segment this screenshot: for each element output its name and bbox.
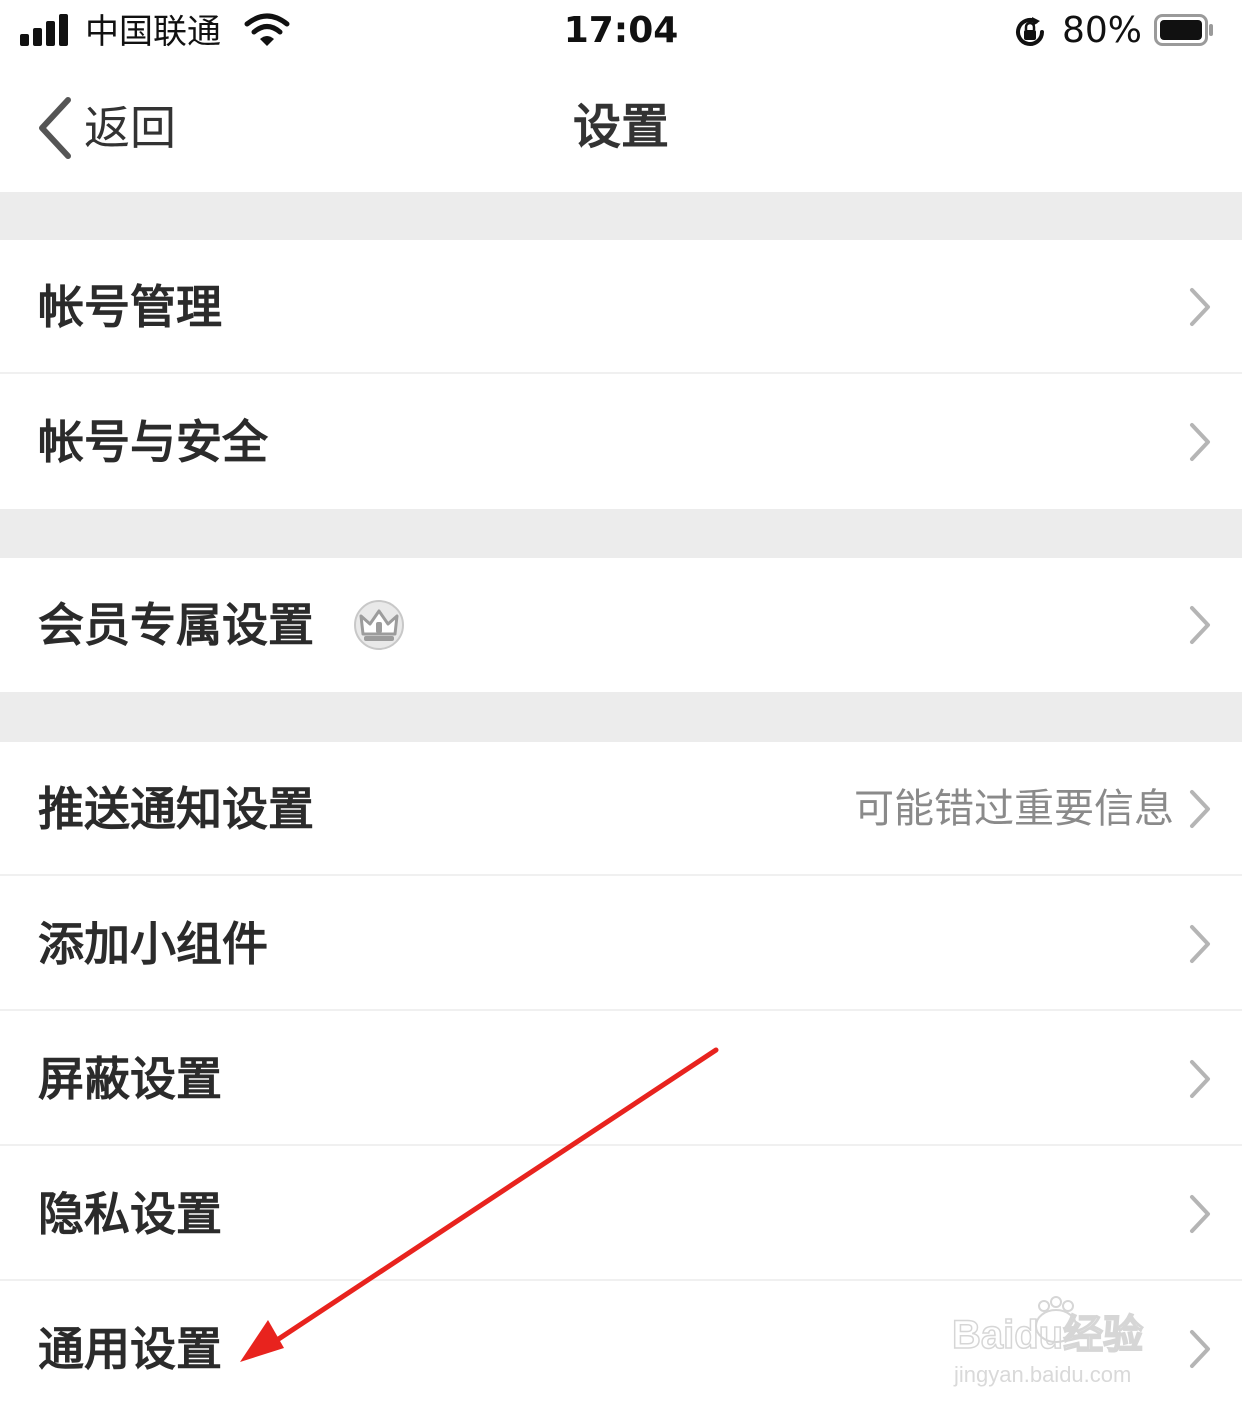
section-spacer xyxy=(0,509,1242,558)
settings-row-general-settings[interactable]: 通用设置 xyxy=(0,1282,1242,1416)
section-spacer xyxy=(0,192,1242,240)
row-label: 推送通知设置 xyxy=(38,782,314,836)
settings-row-privacy-settings[interactable]: 隐私设置 xyxy=(0,1147,1242,1281)
chevron-right-icon xyxy=(1190,1060,1210,1098)
chevron-right-icon xyxy=(1190,790,1210,828)
row-label: 帐号与安全 xyxy=(38,415,268,469)
crown-icon xyxy=(354,600,404,650)
settings-row-account-security[interactable]: 帐号与安全 xyxy=(0,375,1242,509)
row-label: 帐号管理 xyxy=(38,280,222,334)
settings-row-account-management[interactable]: 帐号管理 xyxy=(0,240,1242,374)
navigation-bar: 返回 设置 xyxy=(0,64,1242,192)
chevron-right-icon xyxy=(1190,423,1210,461)
settings-row-vip-settings[interactable]: 会员专属设置 xyxy=(0,558,1242,692)
row-value: 可能错过重要信息 xyxy=(854,786,1174,832)
page-title: 设置 xyxy=(572,99,669,155)
chevron-right-icon xyxy=(1190,1195,1210,1233)
orientation-lock-icon xyxy=(1016,17,1044,46)
status-bar: 中国联通 17:04 80% xyxy=(0,0,1242,64)
battery-percentage: 80% xyxy=(1062,10,1143,51)
chevron-right-icon xyxy=(1190,925,1210,963)
row-label: 屏蔽设置 xyxy=(38,1052,222,1106)
chevron-right-icon xyxy=(1190,606,1210,644)
row-label: 隐私设置 xyxy=(38,1187,222,1241)
battery-icon xyxy=(1154,14,1213,46)
settings-row-add-widget[interactable]: 添加小组件 xyxy=(0,877,1242,1011)
settings-row-block-settings[interactable]: 屏蔽设置 xyxy=(0,1012,1242,1146)
status-time: 17:04 xyxy=(563,10,679,51)
chevron-right-icon xyxy=(1190,288,1210,326)
section-spacer xyxy=(0,692,1242,742)
chevron-right-icon xyxy=(1190,1330,1210,1368)
row-label: 添加小组件 xyxy=(38,917,268,971)
row-label: 会员专属设置 xyxy=(38,598,314,652)
settings-row-push-notifications[interactable]: 推送通知设置 可能错过重要信息 xyxy=(0,742,1242,876)
row-label: 通用设置 xyxy=(38,1322,222,1376)
